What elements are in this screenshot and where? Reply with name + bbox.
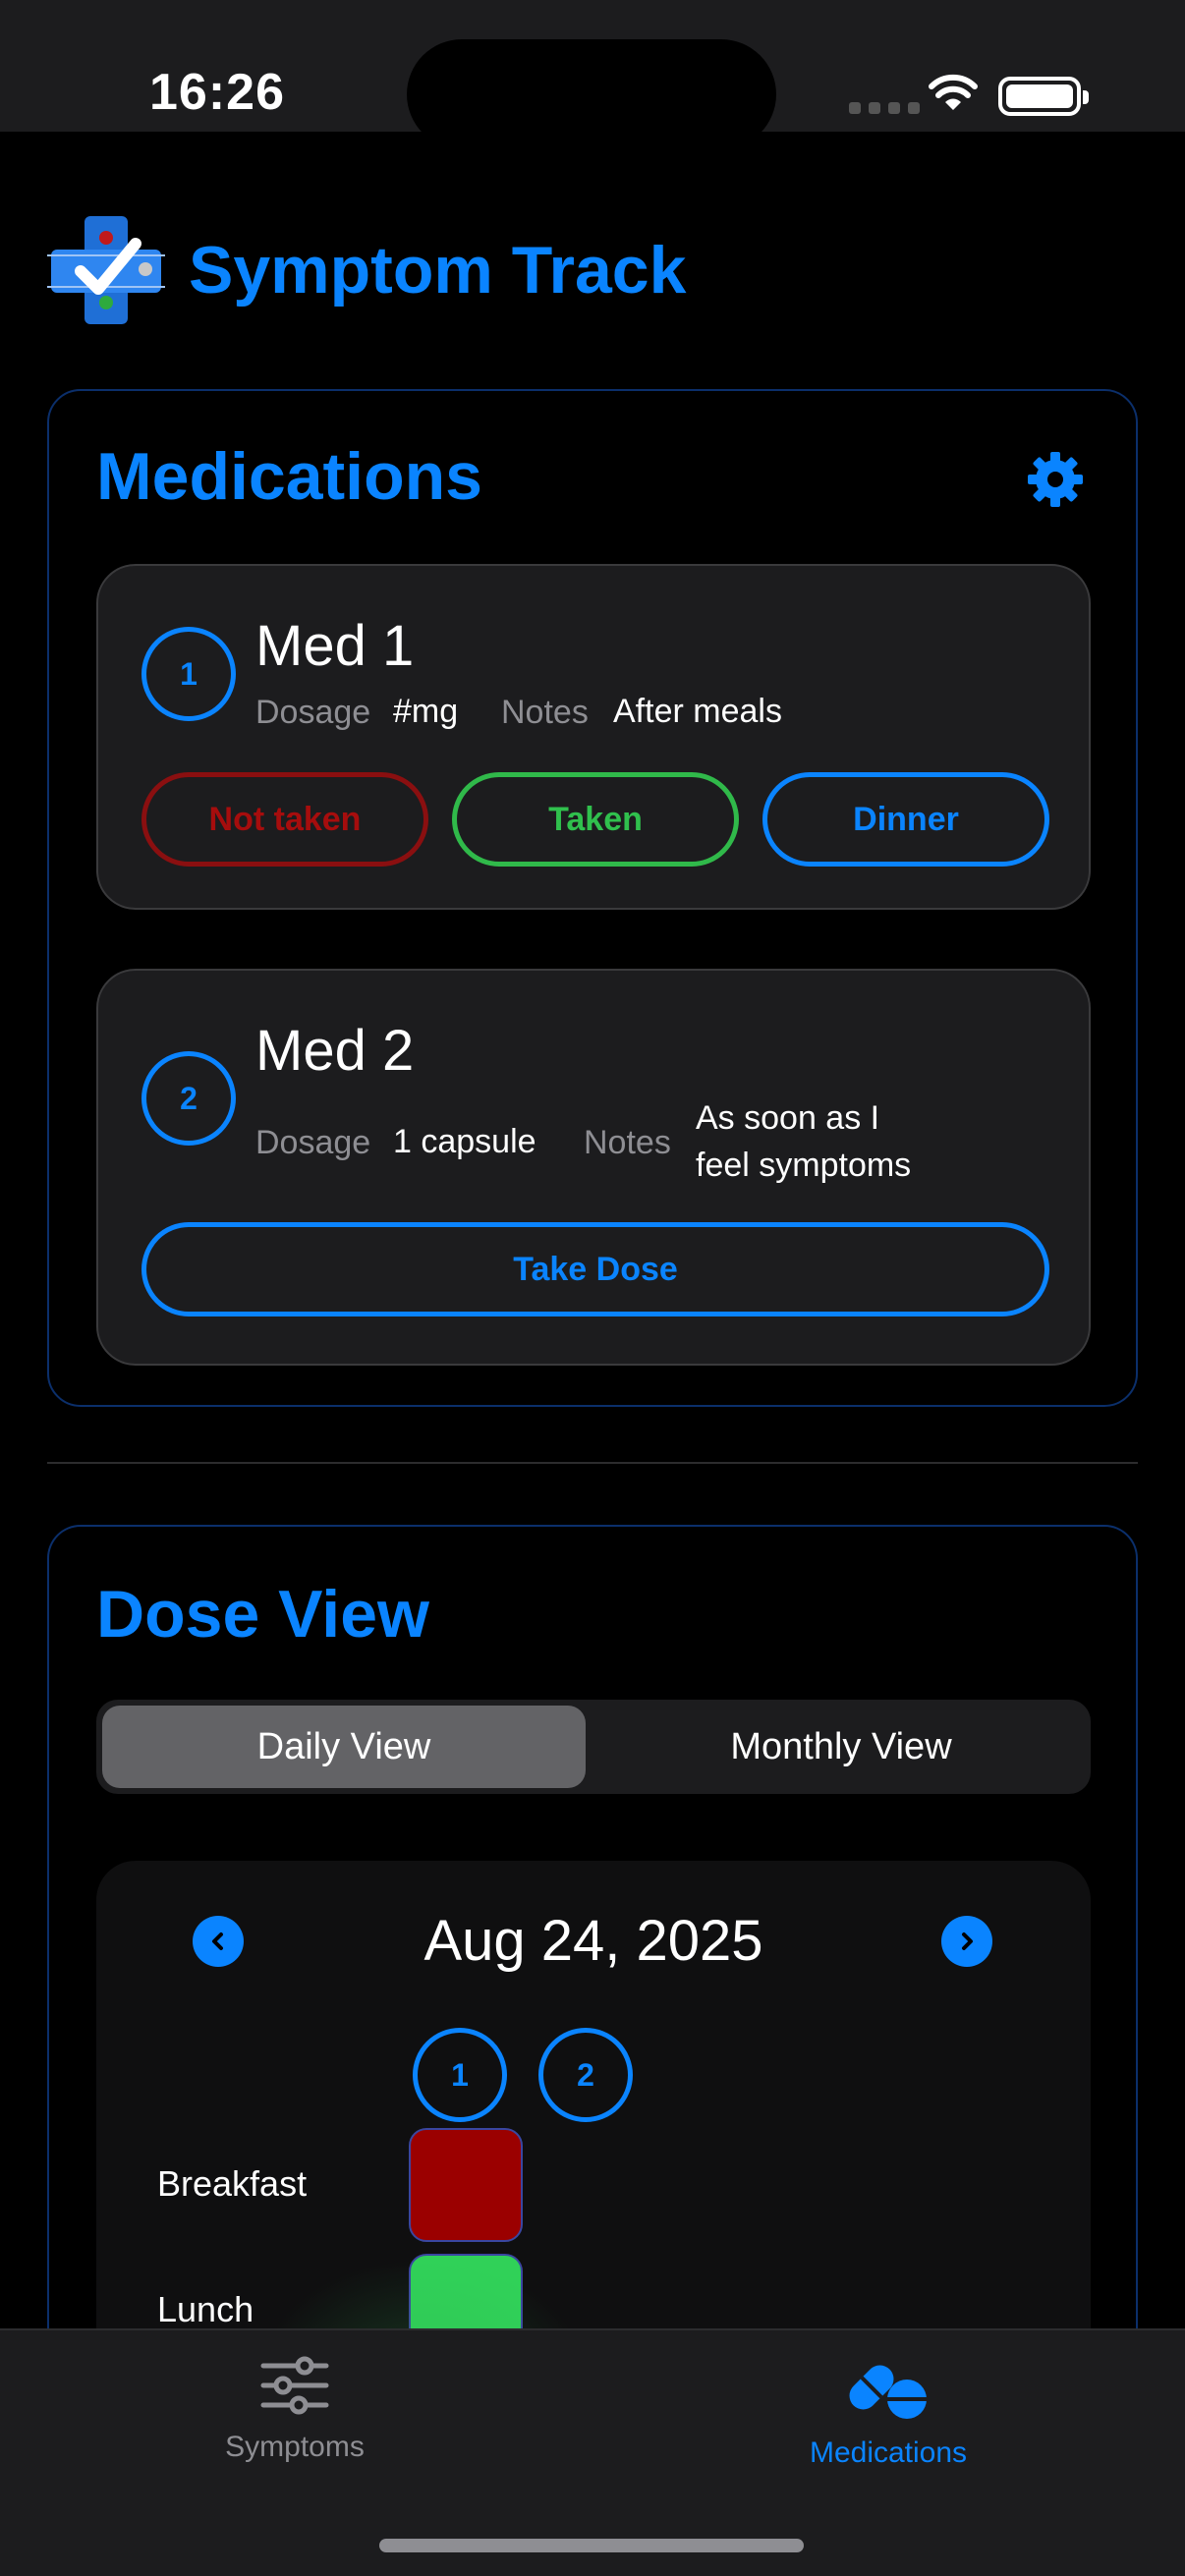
sliders-icon (260, 2356, 329, 2415)
row-label-lunch: Lunch (157, 2289, 254, 2329)
dosage-value: 1 capsule (393, 1123, 536, 1160)
wifi-icon (929, 74, 978, 110)
tab-label-symptoms: Symptoms (225, 2431, 365, 2463)
tab-medications[interactable]: Medications (741, 2354, 1036, 2470)
notes-value: After meals (613, 693, 782, 730)
pills-icon (849, 2365, 929, 2419)
med-number-badge: 2 (141, 1051, 236, 1146)
medications-title: Medications (96, 439, 482, 514)
med-name: Med 1 (255, 614, 415, 678)
medications-section: Medications 1 Med 1 Dosage #mg Notes Aft… (47, 389, 1138, 1407)
app-logo-icon (47, 216, 165, 324)
home-indicator (379, 2539, 804, 2552)
view-segmented-control: Daily View Monthly View (96, 1700, 1091, 1794)
tab-daily-view[interactable]: Daily View (102, 1706, 586, 1788)
notes-value-line-2: feel symptoms (696, 1147, 912, 1184)
dose-view-title: Dose View (96, 1577, 429, 1652)
tab-label-medications: Medications (809, 2436, 968, 2469)
app-header: Symptom Track (47, 214, 686, 326)
taken-button[interactable]: Taken (452, 772, 739, 867)
status-bar: 16:26 (0, 0, 1185, 149)
row-label-breakfast: Breakfast (157, 2163, 308, 2204)
notes-value-line-1: As soon as I (696, 1099, 880, 1137)
dynamic-island (407, 39, 776, 149)
dinner-button[interactable]: Dinner (762, 772, 1049, 867)
take-dose-button[interactable]: Take Dose (141, 1222, 1049, 1316)
column-med-1: 1 (413, 2028, 507, 2122)
next-day-button[interactable] (941, 1916, 992, 1967)
tab-monthly-view[interactable]: Monthly View (597, 1706, 1085, 1788)
notes-label: Notes (584, 1124, 671, 1161)
dosage-label: Dosage (255, 694, 371, 731)
app-title: Symptom Track (189, 233, 687, 308)
column-med-2: 2 (538, 2028, 633, 2122)
section-divider (47, 1462, 1138, 1464)
med-name: Med 2 (255, 1019, 415, 1083)
dosage-label: Dosage (255, 1124, 371, 1161)
tab-symptoms[interactable]: Symptoms (147, 2354, 442, 2464)
cellular-signal-icon (849, 102, 920, 114)
dose-cell-breakfast-med-1[interactable] (409, 2128, 523, 2242)
med-card-2[interactable]: 2 Med 2 Dosage 1 capsule Notes As soon a… (96, 969, 1091, 1366)
med-card-1[interactable]: 1 Med 1 Dosage #mg Notes After meals Not… (96, 564, 1091, 910)
med-number-badge: 1 (141, 627, 236, 721)
not-taken-button[interactable]: Not taken (141, 772, 428, 867)
status-time: 16:26 (149, 64, 285, 121)
battery-icon (998, 77, 1089, 116)
notes-label: Notes (501, 694, 589, 731)
dosage-value: #mg (393, 693, 459, 730)
gear-icon[interactable] (1026, 450, 1085, 509)
chevron-right-icon (962, 1932, 973, 1950)
